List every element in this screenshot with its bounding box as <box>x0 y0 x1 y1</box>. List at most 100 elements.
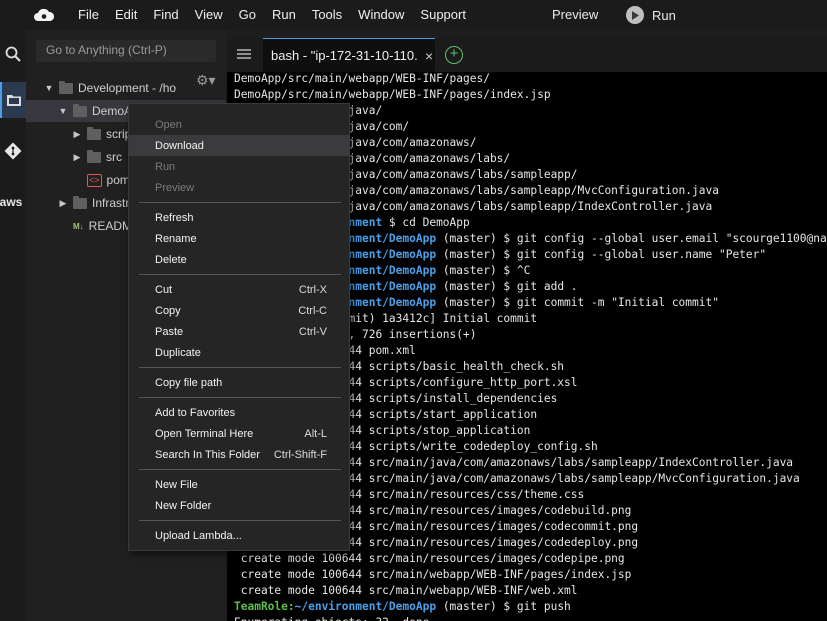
aws-icon[interactable]: aws <box>0 184 26 220</box>
chevron-right-icon[interactable]: ▶ <box>72 129 82 140</box>
folder-icon <box>59 80 73 94</box>
terminal-line: create mode 100644 src/main/resources/im… <box>234 551 827 567</box>
menu-item-label: Open <box>155 118 182 131</box>
menu-support[interactable]: Support <box>412 0 474 30</box>
menu-item-rename[interactable]: Rename <box>129 228 349 249</box>
run-label: Run <box>652 7 676 23</box>
menu-item-label: Rename <box>155 232 197 245</box>
menu-find[interactable]: Find <box>145 0 186 30</box>
search-icon[interactable] <box>0 36 26 72</box>
chevron-down-icon[interactable]: ▼ <box>44 83 54 93</box>
add-tab-icon[interactable]: + <box>445 46 463 64</box>
menu-item-label: Duplicate <box>155 346 201 359</box>
run-button[interactable]: Run <box>626 6 676 24</box>
preview-button[interactable]: Preview <box>552 0 598 30</box>
folder-icon <box>73 195 87 209</box>
menu-tools[interactable]: Tools <box>304 0 350 30</box>
folder-icon <box>73 103 87 117</box>
chevron-right-icon[interactable]: ▶ <box>58 198 68 209</box>
tree-row-label: pom <box>106 173 130 187</box>
xml-file-icon: <> <box>87 173 102 187</box>
context-menu: Open Download Run Preview Refresh Rename Delet… <box>128 103 350 551</box>
chevron-right-icon[interactable]: ▶ <box>72 152 82 163</box>
menu-item-shortcut: Ctrl-C <box>298 304 327 317</box>
menu-item-shortcut: Alt-L <box>304 427 327 440</box>
git-icon[interactable] <box>0 133 26 169</box>
menu-item-search-in-this-folder[interactable]: Search In This Folder Ctrl-Shift-F <box>129 444 349 465</box>
menu-item-label: Download <box>155 139 204 152</box>
menu-item-shortcut: Ctrl-X <box>298 283 327 296</box>
menu-view[interactable]: View <box>187 0 231 30</box>
folder-icon <box>87 126 101 140</box>
menu-item-label: New File <box>155 478 198 491</box>
menu-item-delete[interactable]: Delete <box>129 249 349 270</box>
prompt-user: TeamRole: <box>234 600 295 613</box>
menu-separator <box>139 202 341 203</box>
menu-file[interactable]: File <box>70 0 107 30</box>
menu-separator <box>139 397 341 398</box>
terminal-text: (master) $ git add . <box>436 280 578 293</box>
menu-item-open: Open <box>129 114 349 135</box>
menu-item-new-file[interactable]: New File <box>129 474 349 495</box>
menu-bar: File Edit Find View Go Run Tools Window Support … <box>0 0 827 30</box>
terminal-text: (master) $ git config --global user.name… <box>436 248 767 261</box>
tab-bash[interactable]: bash - "ip-172-31-10-110. × <box>263 38 435 72</box>
menu-item-label: Search In This Folder <box>155 448 260 461</box>
menu-window[interactable]: Window <box>350 0 412 30</box>
cloud9-logo-icon[interactable] <box>32 7 56 23</box>
menu-item-label: Cut <box>155 283 173 296</box>
terminal-line: DemoApp/src/main/webapp/WEB-INF/pages/in… <box>234 87 827 103</box>
aws-label: aws <box>0 195 23 209</box>
menu-edit[interactable]: Edit <box>107 0 145 30</box>
terminal-text: create mode 100644 src/main/resources/im… <box>234 552 625 565</box>
tree-row-label: READM <box>88 219 133 233</box>
menu-item-open-terminal-here[interactable]: Open Terminal Here Alt-L <box>129 423 349 444</box>
menu-item-run: Run <box>129 156 349 177</box>
close-icon[interactable]: × <box>425 48 433 64</box>
menu-item-label: Preview <box>155 181 195 194</box>
terminal-text: (master) $ git commit -m "Initial commit… <box>436 296 719 309</box>
menu-separator <box>139 469 341 470</box>
menu-item-label: Add to Favorites <box>155 406 236 419</box>
go-to-anything-input[interactable]: Go to Anything (Ctrl-P) <box>36 40 216 62</box>
terminal-text: (master) $ git push <box>436 600 571 613</box>
menu-item-label: Refresh <box>155 211 194 224</box>
menu-item-label: New Folder <box>155 499 212 512</box>
tree-row-label: Development - /ho <box>78 81 177 95</box>
terminal-line: create mode 100644 src/main/webapp/WEB-I… <box>234 583 827 599</box>
terminal-text: (master) $ git config --global user.emai… <box>442 232 827 245</box>
menu-item-label: Copy <box>155 304 181 317</box>
terminal-text: create mode 100644 src/main/webapp/WEB-I… <box>234 568 632 581</box>
menu-separator <box>139 274 341 275</box>
menu-go[interactable]: Go <box>231 0 264 30</box>
terminal-text: DemoApp/src/main/webapp/WEB-INF/pages/in… <box>234 88 551 101</box>
menu-item-new-folder[interactable]: New Folder <box>129 495 349 516</box>
left-rail: aws <box>0 30 26 621</box>
terminal-text: Enumerating objects: 32, done. <box>234 616 436 621</box>
tab-menu-icon[interactable] <box>237 47 251 61</box>
menu-item-copy[interactable]: Copy Ctrl-C <box>129 300 349 321</box>
tab-bar: bash - "ip-172-31-10-110. × + <box>227 38 827 72</box>
chevron-down-icon[interactable]: ▼ <box>58 106 68 116</box>
menu-item-refresh[interactable]: Refresh <box>129 207 349 228</box>
menu-item-copy-file-path[interactable]: Copy file path <box>129 372 349 393</box>
menu-item-duplicate[interactable]: Duplicate <box>129 342 349 363</box>
play-icon <box>626 6 644 24</box>
terminal-line: Enumerating objects: 32, done. <box>234 615 827 621</box>
terminal-text: (master) $ ^C <box>436 264 531 277</box>
menu-item-paste[interactable]: Paste Ctrl-V <box>129 321 349 342</box>
tree-row-label: src <box>106 150 122 164</box>
menu-item-upload-lambda[interactable]: Upload Lambda... <box>129 525 349 546</box>
tree-row[interactable]: ▼ Development - /ho <box>26 77 226 99</box>
terminal-line: DemoApp/src/main/webapp/WEB-INF/pages/ <box>234 72 827 87</box>
tab-title: bash - "ip-172-31-10-110. <box>271 48 418 63</box>
menu-item-label: Open Terminal Here <box>155 427 254 440</box>
menu-item-cut[interactable]: Cut Ctrl-X <box>129 279 349 300</box>
menu-item-add-to-favorites[interactable]: Add to Favorites <box>129 402 349 423</box>
files-icon[interactable] <box>0 82 26 118</box>
menu-separator <box>139 520 341 521</box>
menu-item-download[interactable]: Download <box>129 135 349 156</box>
menu-item-label: Delete <box>155 253 187 266</box>
menu-item-label: Copy file path <box>155 376 223 389</box>
menu-run[interactable]: Run <box>264 0 304 30</box>
